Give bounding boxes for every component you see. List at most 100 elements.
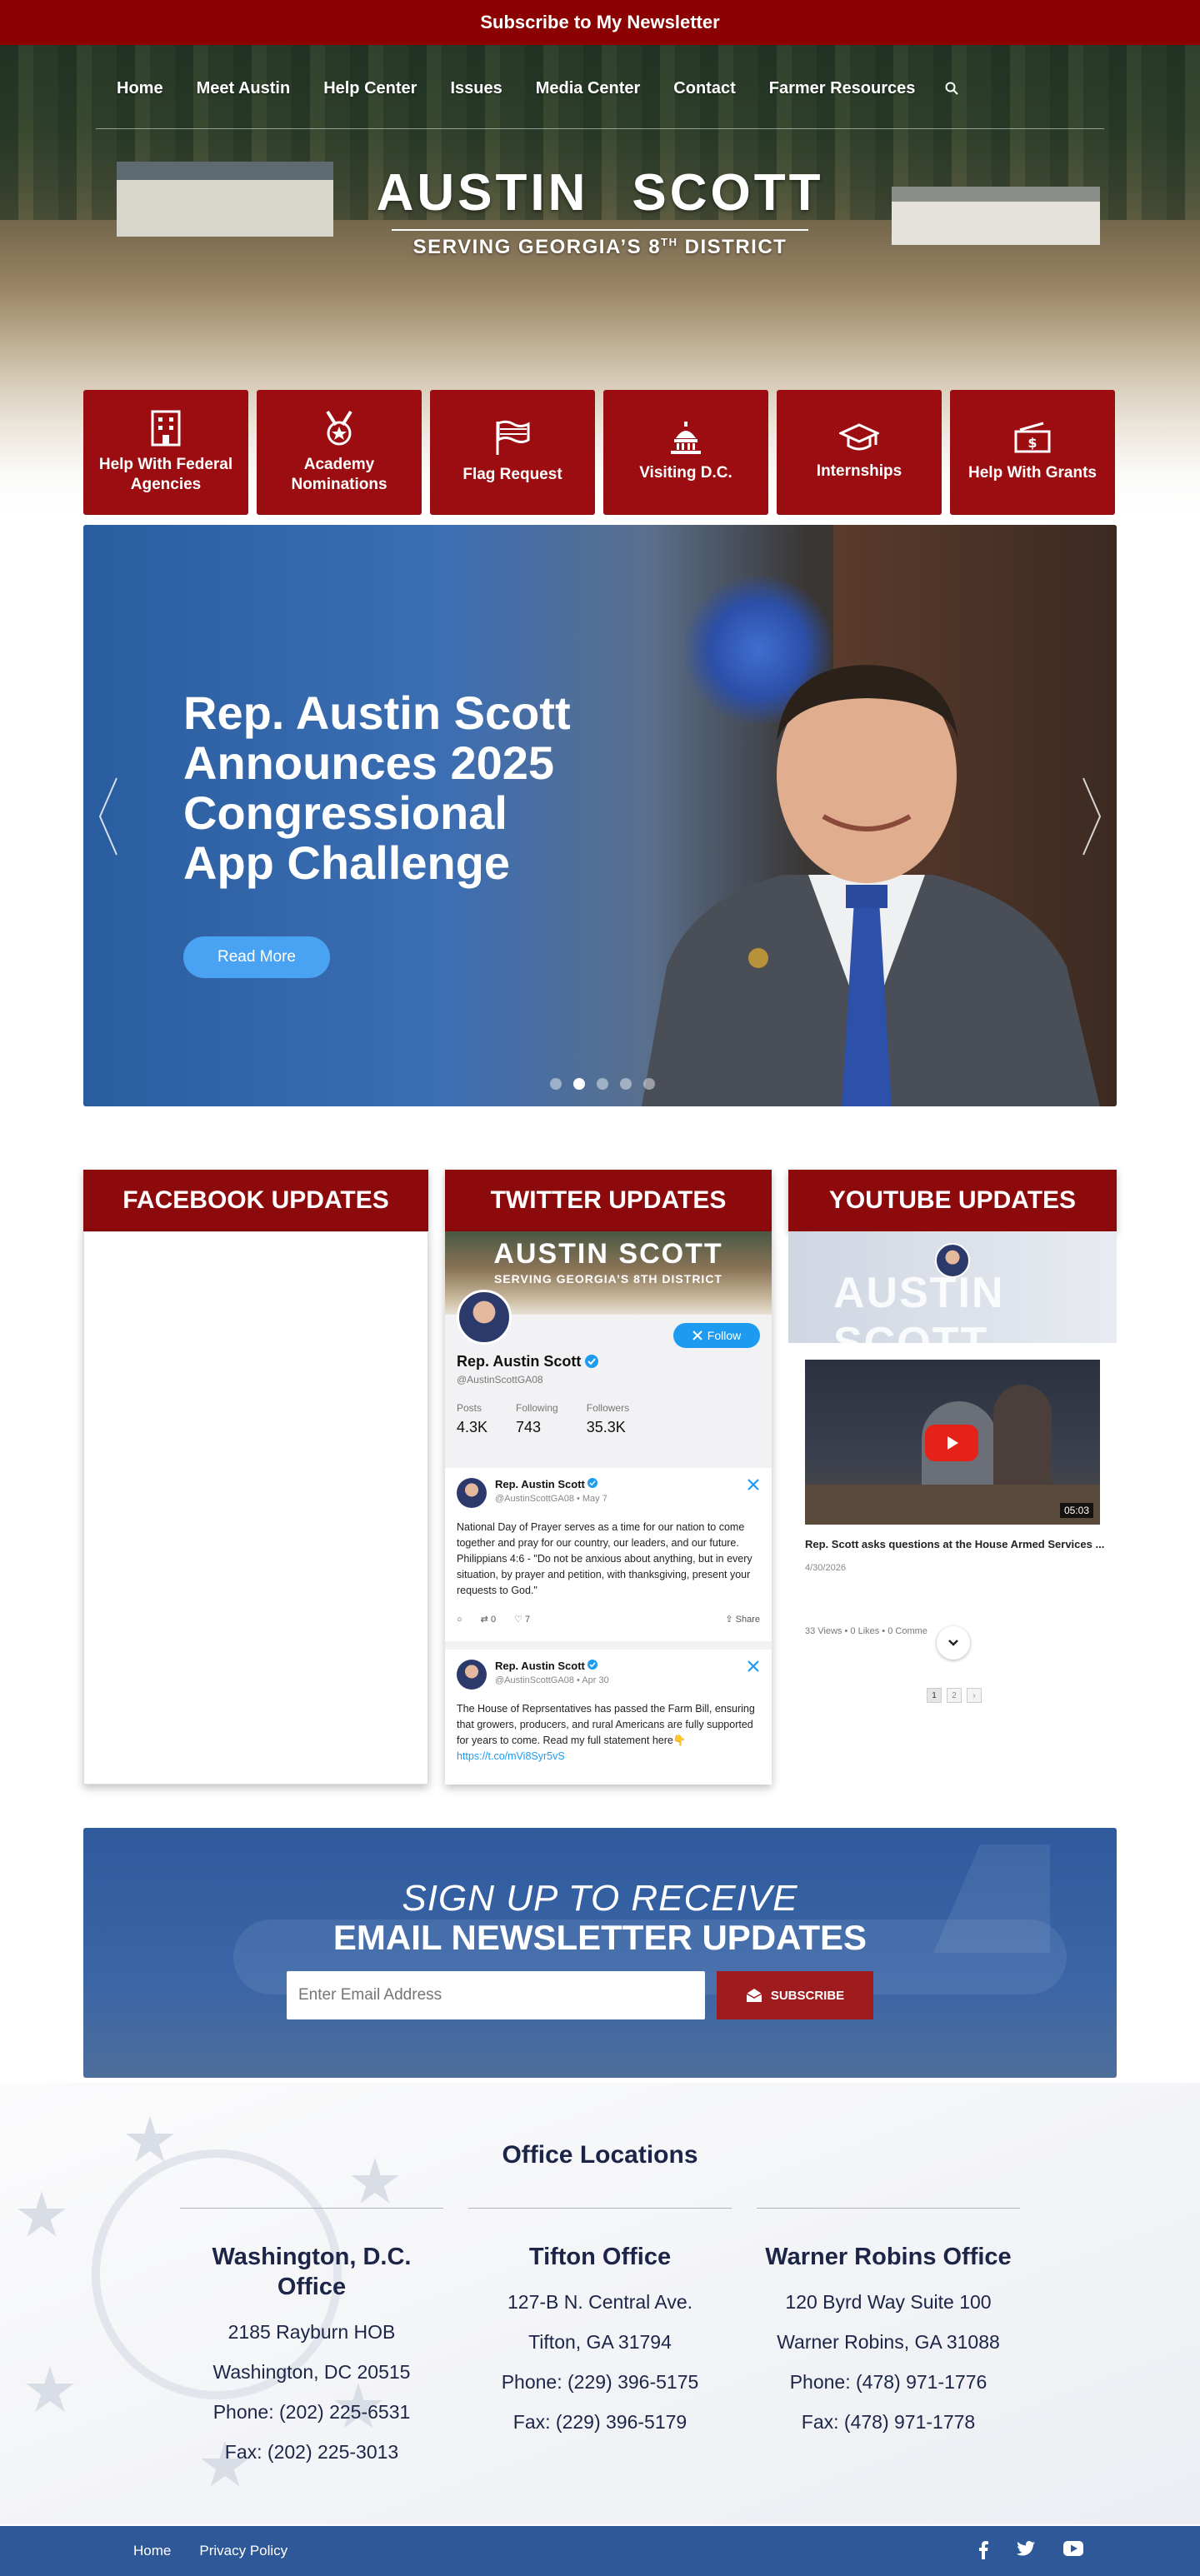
office-name: Warner Robins Office (765, 2244, 1012, 2270)
office-phone[interactable]: Phone: (229) 396-5175 (468, 2362, 732, 2402)
subscribe-button[interactable]: SUBSCRIBE (717, 1971, 873, 2019)
play-icon[interactable] (925, 1425, 978, 1461)
slider-dot-active[interactable] (573, 1078, 585, 1090)
main-nav: Home Meet Austin Help Center Issues Medi… (100, 72, 972, 105)
x-logo-icon[interactable] (747, 1478, 760, 1491)
flag-icon (496, 420, 530, 455)
background-star (18, 2191, 66, 2237)
nav-item-contact[interactable]: Contact (657, 72, 752, 105)
signup-line-2: EMAIL NEWSLETTER UPDATES (332, 1918, 868, 1957)
nav-item-media-center[interactable]: Media Center (519, 72, 658, 105)
austin-scott-portrait (642, 665, 1100, 1106)
office-phone[interactable]: Phone: (202) 225-6531 (180, 2392, 443, 2432)
twitter-column: TWITTER UPDATES (445, 1170, 772, 1231)
slider-dot[interactable] (597, 1078, 608, 1090)
twitter-banner-tagline: SERVING GEORGIA’S 8TH DISTRICT (493, 1272, 722, 1286)
facebook-updates-heading: FACEBOOK UPDATES (83, 1170, 428, 1231)
slider-dot[interactable] (620, 1078, 632, 1090)
quicklink-grants[interactable]: $ Help With Grants (950, 390, 1115, 515)
youtube-channel-banner[interactable]: AUSTIN SCOTT (788, 1231, 1117, 1343)
chevron-left-icon[interactable] (97, 775, 122, 858)
footer-social-icons (978, 2541, 1083, 2559)
quicklink-label: Visiting D.C. (639, 464, 732, 482)
tweet[interactable]: Rep. Austin Scott @AustinScottGA08 • May… (445, 1468, 772, 1641)
tweet-author: Rep. Austin Scott (495, 1478, 585, 1490)
stat-label: Followers (586, 1402, 630, 1414)
follow-label: Follow (707, 1329, 742, 1342)
chevron-down-icon[interactable] (937, 1626, 970, 1660)
stat-value: 4.3K (457, 1419, 488, 1435)
office-phone[interactable]: Phone: (478) 971-1776 (757, 2362, 1020, 2402)
footer-link-privacy-policy[interactable]: Privacy Policy (199, 2543, 288, 2559)
tweet-link[interactable]: https://t.co/mVi8Syr5vS (457, 1749, 760, 1765)
retweet-count: 0 (490, 1615, 497, 1625)
medal-icon (326, 410, 352, 446)
next-page-button[interactable]: › (967, 1688, 982, 1703)
newsletter-topbar-label[interactable]: Subscribe to My Newsletter (480, 12, 719, 33)
site-logo[interactable]: AUSTIN SCOTT SERVING GEORGIA’S 8TH DISTR… (377, 163, 821, 263)
hero-barn-right (892, 187, 1100, 245)
page-button[interactable]: 1 (927, 1688, 942, 1703)
youtube-video-thumbnail[interactable]: 05:03 (805, 1360, 1100, 1525)
hero-barn-left (117, 162, 333, 237)
tweet-author: Rep. Austin Scott (495, 1660, 585, 1672)
quicklink-academy-nominations[interactable]: Academy Nominations (257, 390, 422, 515)
x-logo-icon[interactable] (747, 1660, 760, 1673)
nav-item-help-center[interactable]: Help Center (307, 72, 433, 105)
avatar[interactable] (457, 1478, 487, 1508)
slider-dot[interactable] (643, 1078, 655, 1090)
office-locations-title: Office Locations (502, 2141, 698, 2169)
office-fax: Fax: (229) 396-5179 (512, 2411, 688, 2433)
like-button[interactable]: ♡ 7 (514, 1614, 530, 1625)
retweet-button[interactable]: ⇄ 0 (481, 1614, 496, 1625)
reply-icon[interactable]: ○ (457, 1615, 462, 1625)
twitter-profile-name[interactable]: Rep. Austin Scott (457, 1353, 581, 1370)
stat-label: Posts (457, 1402, 482, 1414)
tweet-text: The House of Reprsentatives has passed t… (457, 1703, 755, 1746)
email-field[interactable] (287, 1971, 705, 2019)
read-more-button[interactable]: Read More (183, 936, 330, 978)
quicklink-internships[interactable]: Internships (777, 390, 942, 515)
logo-first-name: AUSTIN (376, 164, 589, 222)
newsletter-topbar[interactable]: Subscribe to My Newsletter (0, 0, 1200, 45)
quicklink-flag-request[interactable]: Flag Request (430, 390, 595, 515)
avatar[interactable] (457, 1660, 487, 1690)
share-button[interactable]: ⇪ Share (725, 1614, 760, 1625)
quicklink-visiting-dc[interactable]: Visiting D.C. (603, 390, 768, 515)
hero-slider[interactable]: Rep. Austin Scott Announces 2025 Congres… (83, 525, 1117, 1106)
quicklink-label: Help With Grants (968, 464, 1097, 482)
nav-item-meet-austin[interactable]: Meet Austin (180, 72, 308, 105)
twitter-icon[interactable] (1017, 2541, 1035, 2556)
slider-dot[interactable] (550, 1078, 562, 1090)
logo-tagline: SERVING GEORGIA’S 8TH DISTRICT (383, 236, 817, 259)
youtube-feed: AUSTIN SCOTT 05:03 Rep. Scott asks quest… (788, 1231, 1117, 1785)
tagline-sup: TH (661, 236, 678, 248)
office-address-line: Warner Robins, GA 31088 (777, 2331, 1000, 2353)
nav-item-home[interactable]: Home (100, 72, 180, 105)
share-label: Share (735, 1615, 760, 1625)
search-icon[interactable] (932, 72, 972, 105)
footer-link-home[interactable]: Home (133, 2543, 171, 2559)
facebook-icon[interactable] (978, 2541, 988, 2559)
twitter-profile: Rep. Austin Scott @AustinScottGA08 Posts… (457, 1353, 629, 1436)
quicklink-label: Academy Nominations (291, 456, 388, 493)
quicklink-label: Help With Federal Agencies (98, 456, 233, 493)
youtube-icon[interactable] (1063, 2541, 1083, 2556)
nav-item-farmer-resources[interactable]: Farmer Resources (752, 72, 932, 105)
x-logo-icon (692, 1330, 702, 1340)
chevron-right-icon[interactable] (1078, 775, 1103, 858)
quicklink-federal-agencies[interactable]: Help With Federal Agencies (83, 390, 248, 515)
video-duration: 05:03 (1059, 1503, 1093, 1518)
video-title[interactable]: Rep. Scott asks questions at the House A… (805, 1538, 1104, 1550)
stat-label: Following (516, 1402, 558, 1414)
page-button[interactable]: 2 (947, 1688, 962, 1703)
twitter-feed[interactable]: AUSTIN SCOTT SERVING GEORGIA’S 8TH DISTR… (445, 1231, 772, 1785)
nav-item-issues[interactable]: Issues (433, 72, 518, 105)
twitter-avatar[interactable] (457, 1290, 512, 1345)
tweet[interactable]: Rep. Austin Scott @AustinScottGA08 • Apr… (445, 1650, 772, 1785)
youtube-updates-heading: YOUTUBE UPDATES (788, 1170, 1117, 1231)
tweet-actions: ○ ⇄ 0 ♡ 7 ⇪ Share (457, 1614, 760, 1625)
facebook-column: FACEBOOK UPDATES (83, 1170, 428, 1785)
follow-button[interactable]: Follow (673, 1323, 760, 1348)
signup-line-1: SIGN UP TO RECEIVE (402, 1878, 798, 1919)
